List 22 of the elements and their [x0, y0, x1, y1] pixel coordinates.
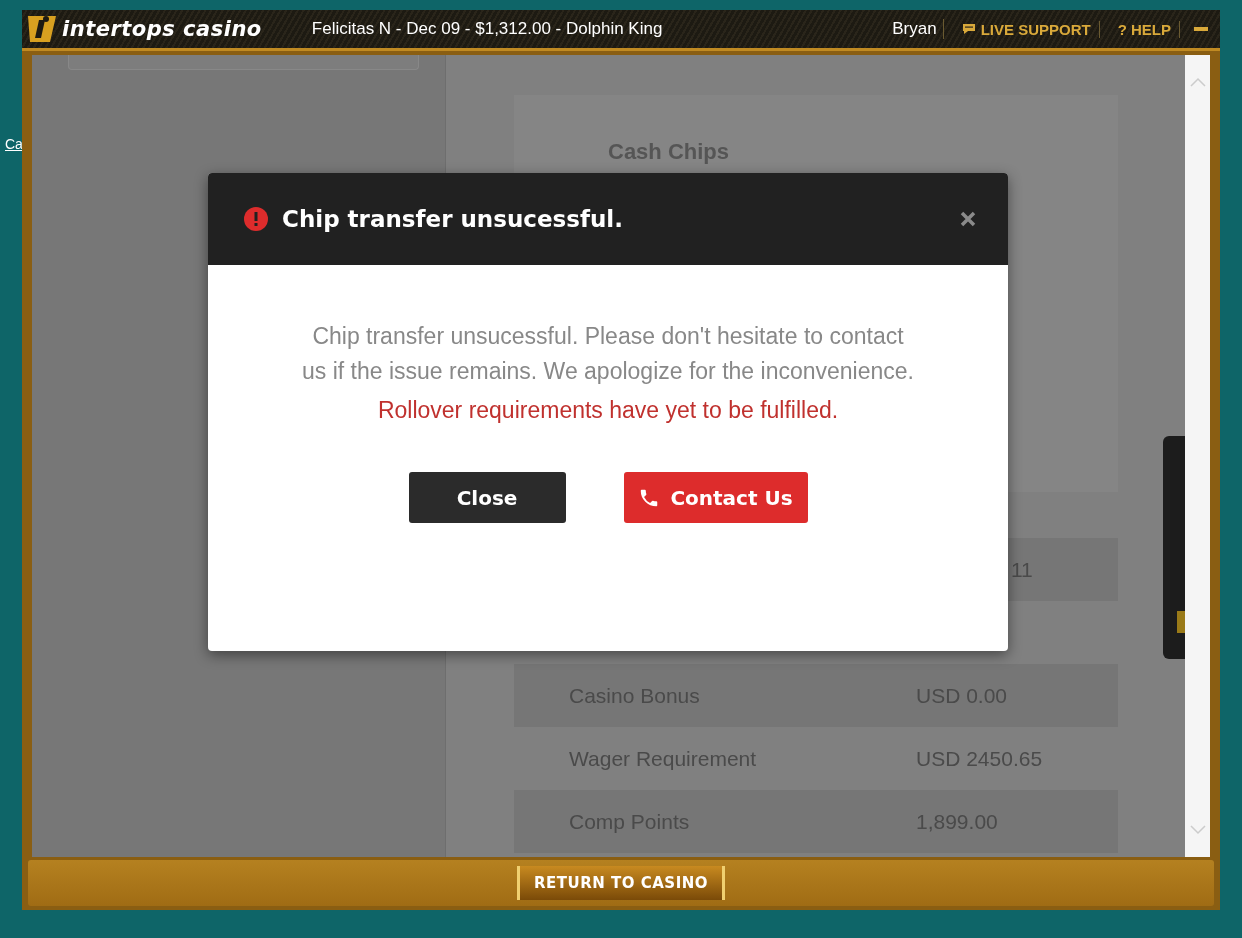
chat-icon	[961, 23, 976, 35]
dismiss-button[interactable]: Close	[408, 472, 566, 523]
dialog-title: Chip transfer unsucessful.	[282, 206, 624, 232]
return-button[interactable]: RETURN TO CASINO	[516, 866, 726, 900]
scroll-up-icon	[1189, 77, 1206, 87]
contact-button[interactable]: Contact Us	[623, 472, 808, 523]
live-support-link[interactable]: LIVE SUPPORT	[953, 20, 1100, 38]
user-name: Bryan	[892, 19, 944, 39]
logo-icon	[26, 14, 58, 44]
scroll-down-icon	[1189, 825, 1206, 835]
error-note: Rollover requirements have yet to be fulfilled.	[377, 397, 839, 424]
jackpot-ticker: Felicitas N - Dec 09 - $1,312.00 - Dolphin King	[311, 19, 664, 39]
scrollbar[interactable]	[1185, 55, 1210, 857]
alert-icon	[244, 207, 268, 231]
help-link[interactable]: ? HELP	[1109, 20, 1180, 38]
logo-text: intertops casino	[62, 17, 262, 41]
side-tab-marker	[1177, 611, 1185, 633]
close-icon	[960, 211, 976, 227]
page-link[interactable]: Ca	[5, 136, 23, 152]
side-tab[interactable]	[1163, 436, 1185, 659]
dialog-message: Chip transfer unsucessful. Please don't hesitate to contact us if the issue remains. We apologize for the inconvenience.	[301, 322, 915, 386]
minimize-icon	[1194, 27, 1208, 31]
